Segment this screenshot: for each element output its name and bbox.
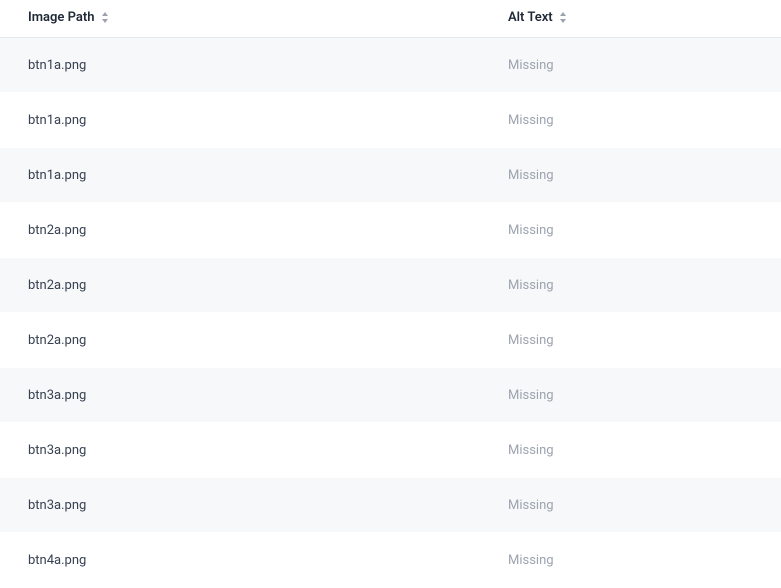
- header-alt-text-label: Alt Text: [508, 10, 553, 25]
- image-path-cell: btn3a.png: [28, 388, 86, 403]
- alt-text-cell: Missing: [508, 113, 554, 128]
- table-row[interactable]: btn2a.png Missing: [0, 258, 781, 313]
- alt-text-cell: Missing: [508, 388, 554, 403]
- alt-text-cell: Missing: [508, 278, 554, 293]
- image-path-cell: btn3a.png: [28, 443, 86, 458]
- table-row[interactable]: btn1a.png Missing: [0, 38, 781, 93]
- alt-text-cell: Missing: [508, 168, 554, 183]
- alt-text-cell: Missing: [508, 443, 554, 458]
- header-image-path-label: Image Path: [28, 10, 95, 25]
- table-row[interactable]: btn3a.png Missing: [0, 478, 781, 533]
- table-header-row: Image Path Alt Text: [0, 0, 781, 38]
- image-path-cell: btn1a.png: [28, 58, 86, 73]
- table-row[interactable]: btn3a.png Missing: [0, 423, 781, 478]
- alt-text-cell: Missing: [508, 333, 554, 348]
- alt-text-cell: Missing: [508, 498, 554, 513]
- image-path-cell: btn2a.png: [28, 223, 86, 238]
- alt-text-cell: Missing: [508, 223, 554, 238]
- alt-text-cell: Missing: [508, 553, 554, 568]
- table-row[interactable]: btn2a.png Missing: [0, 203, 781, 258]
- image-path-cell: btn1a.png: [28, 113, 86, 128]
- sort-icon: [559, 12, 567, 23]
- table-row[interactable]: btn1a.png Missing: [0, 148, 781, 203]
- image-path-cell: btn4a.png: [28, 553, 86, 568]
- table-body: btn1a.png Missing btn1a.png Missing btn1…: [0, 38, 781, 588]
- data-table: Image Path Alt Text btn1: [0, 0, 781, 588]
- header-image-path[interactable]: Image Path: [0, 0, 480, 38]
- image-path-cell: btn2a.png: [28, 333, 86, 348]
- table-row[interactable]: btn4a.png Missing: [0, 533, 781, 588]
- image-path-cell: btn1a.png: [28, 168, 86, 183]
- header-alt-text[interactable]: Alt Text: [480, 0, 781, 38]
- table-row[interactable]: btn3a.png Missing: [0, 368, 781, 423]
- alt-text-cell: Missing: [508, 58, 554, 73]
- image-path-cell: btn2a.png: [28, 278, 86, 293]
- image-path-cell: btn3a.png: [28, 498, 86, 513]
- table-row[interactable]: btn1a.png Missing: [0, 93, 781, 148]
- sort-icon: [101, 12, 109, 23]
- table-row[interactable]: btn2a.png Missing: [0, 313, 781, 368]
